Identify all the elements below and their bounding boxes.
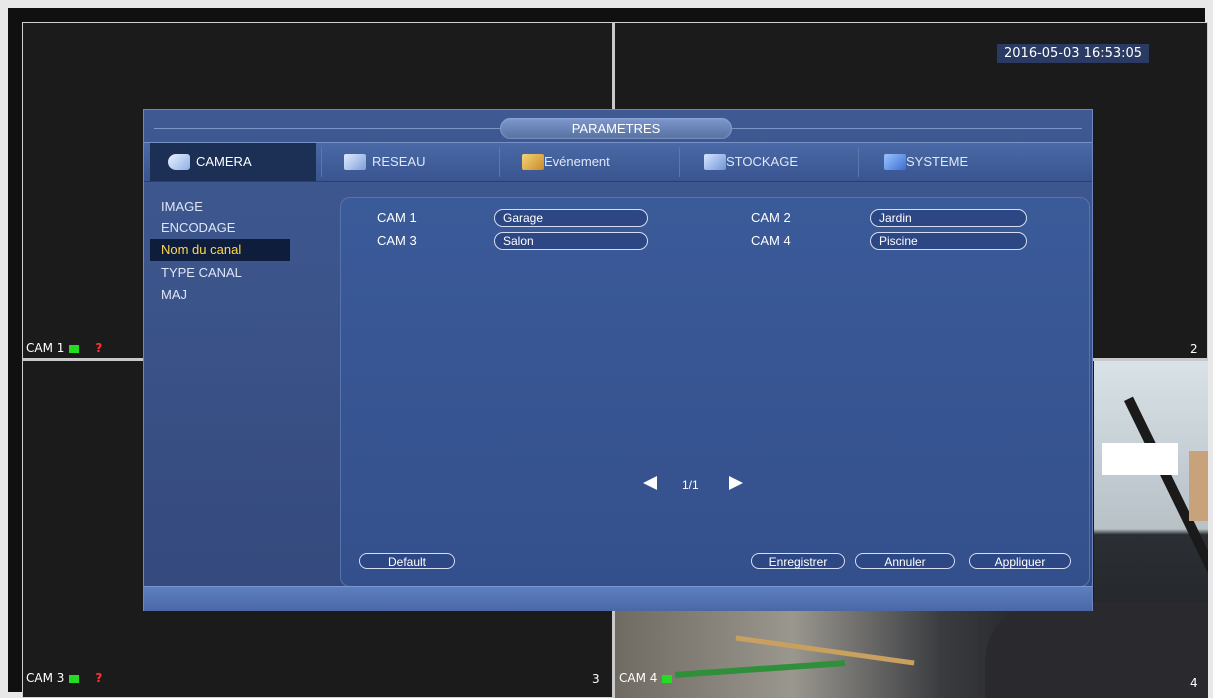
save-button[interactable]: Enregistrer (751, 553, 845, 569)
channel-name-field-cam4[interactable] (870, 232, 1027, 250)
tab-bar: CAMERA RESEAU Evénement STOCKAGE SYSTEME (144, 142, 1092, 182)
cam3-label: CAM 3 (26, 671, 65, 685)
feed-object (674, 660, 846, 678)
prev-page-icon[interactable] (643, 476, 657, 490)
dialog-status-bar (144, 586, 1092, 611)
apply-button[interactable]: Appliquer (969, 553, 1071, 569)
cam1-label: CAM 1 (26, 341, 65, 355)
channel-name-field-cam1[interactable] (494, 209, 648, 227)
timestamp: 2016-05-03 16:53:05 (997, 44, 1150, 63)
camera-feed-2 (1094, 361, 1208, 641)
sidebar-item-type-canal[interactable]: TYPE CANAL (150, 262, 290, 284)
monitor-bezel: 2016-05-03 16:53:05 CAM 1? 2 CAM 3? 3 CA… (8, 8, 1208, 698)
channel-label-cam2: CAM 2 (751, 210, 791, 225)
feed-object (1102, 443, 1178, 475)
record-icon (662, 674, 673, 683)
tab-divider (679, 147, 680, 177)
channel-label-cam4: CAM 4 (751, 233, 791, 248)
feed-object (1189, 451, 1208, 521)
tab-label: CAMERA (196, 154, 252, 169)
title-rule (732, 128, 1082, 129)
tile-label-cam4: CAM 4 (619, 671, 673, 685)
tab-divider (321, 147, 322, 177)
sidebar-item-encodage[interactable]: ENCODAGE (150, 217, 290, 239)
unknown-icon: ? (95, 341, 103, 355)
channel-name-input-cam4[interactable] (879, 233, 1026, 249)
event-icon (522, 154, 544, 170)
unknown-icon: ? (95, 671, 103, 685)
network-icon (344, 154, 366, 170)
feed-object (985, 602, 1208, 698)
tab-divider (858, 147, 859, 177)
channel-label-cam1: CAM 1 (377, 210, 417, 225)
system-icon (884, 154, 906, 170)
tile-label-cam3: CAM 3? (26, 671, 102, 685)
tab-systeme[interactable]: SYSTEME (866, 143, 1036, 181)
camera-feed-4 (615, 602, 1208, 698)
next-page-icon[interactable] (729, 476, 743, 490)
tab-label: SYSTEME (906, 154, 969, 169)
sidebar-item-image[interactable]: IMAGE (150, 196, 290, 218)
default-button[interactable]: Default (359, 553, 455, 569)
dialog-title: PARAMETRES (500, 118, 732, 139)
tab-label: Evénement (544, 154, 610, 169)
title-rule (154, 128, 500, 129)
tile-number-4: 4 (1190, 676, 1198, 690)
channel-name-panel: CAM 1 CAM 2 CAM 3 CAM 4 1/1 (340, 197, 1090, 587)
camera-icon (168, 154, 190, 170)
tab-divider (499, 147, 500, 177)
tile-number-2: 2 (1190, 342, 1198, 356)
record-icon (69, 674, 80, 683)
tile-number-3: 3 (592, 672, 600, 686)
sidebar-item-nom-du-canal[interactable]: Nom du canal (150, 239, 290, 261)
tab-label: STOCKAGE (726, 154, 799, 169)
cam4-label: CAM 4 (619, 671, 658, 685)
cancel-button[interactable]: Annuler (855, 553, 955, 569)
storage-icon (704, 154, 726, 170)
tile-label-cam1: CAM 1? (26, 341, 102, 355)
record-icon (69, 344, 80, 353)
tab-evenement[interactable]: Evénement (506, 143, 676, 181)
tab-stockage[interactable]: STOCKAGE (686, 143, 856, 181)
channel-name-input-cam3[interactable] (503, 233, 647, 249)
tab-camera[interactable]: CAMERA (150, 143, 316, 181)
settings-dialog: PARAMETRES CAMERA RESEAU Evénement STOCK… (143, 109, 1093, 611)
channel-name-input-cam1[interactable] (503, 210, 647, 226)
tab-reseau[interactable]: RESEAU (326, 143, 496, 181)
channel-name-field-cam2[interactable] (870, 209, 1027, 227)
channel-name-input-cam2[interactable] (879, 210, 1026, 226)
channel-name-field-cam3[interactable] (494, 232, 648, 250)
page-indicator: 1/1 (682, 478, 699, 492)
channel-label-cam3: CAM 3 (377, 233, 417, 248)
sidebar-item-maj[interactable]: MAJ (150, 284, 290, 306)
dvr-screen: 2016-05-03 16:53:05 CAM 1? 2 CAM 3? 3 CA… (22, 22, 1208, 698)
tab-label: RESEAU (372, 154, 426, 169)
